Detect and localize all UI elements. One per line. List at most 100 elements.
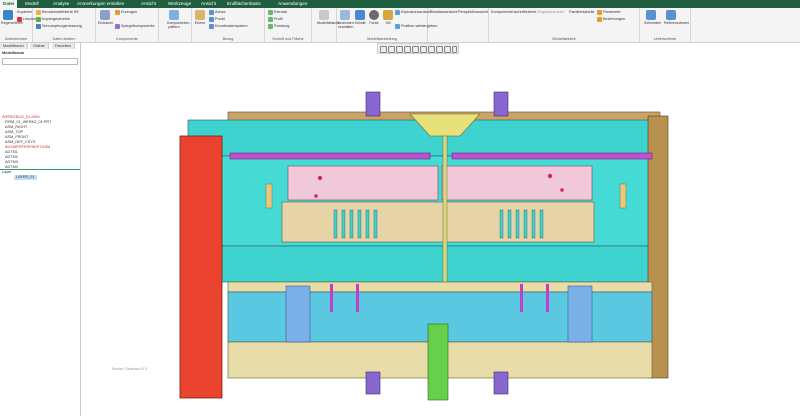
ribbon-group-10: Schneiden Referenzviewer Unterschiede [640, 8, 691, 42]
standard-view-item[interactable]: Standardansicht [430, 9, 457, 15]
viewport-status: Model: Selected 0 0 [112, 366, 148, 371]
cut-button[interactable]: Schneiden [644, 10, 661, 25]
model-tree-title: Modellbaum [2, 51, 25, 55]
insert-left [287, 165, 439, 201]
tab-anwendungen[interactable]: Anwendungen [275, 0, 310, 8]
group-label: Daten ändern [52, 37, 76, 41]
tab-analyse[interactable]: Analyse [50, 0, 72, 8]
perspective-item[interactable]: Perspektivansicht [458, 9, 488, 15]
ribbon-group-1: Benutzerdefinierte KE Kopiergeometrie Sc… [33, 8, 96, 42]
assemble-icon [100, 10, 110, 20]
csys-item[interactable]: Koordinatensystem [209, 23, 248, 29]
udf-item[interactable]: Benutzerdefinierte KE [36, 9, 79, 15]
cut-icon [646, 10, 656, 20]
tab-ansicht[interactable]: Ansicht [138, 0, 159, 8]
pattern-icon [169, 10, 179, 20]
delete-icon [17, 16, 22, 22]
tab-endflaechenbasis[interactable]: Endflächenbasis [224, 0, 264, 8]
round-icon [268, 23, 273, 29]
explode-icon [395, 9, 400, 15]
group-label: Unterschiede [653, 37, 677, 41]
family-table-item[interactable]: Familientabelle [569, 9, 595, 15]
parameter-icon [597, 9, 602, 15]
ribbon-tab-bar: Datei Modell Analyse Anmerkungen erstell… [0, 0, 800, 8]
model-intent-button[interactable]: Modellabsicht [317, 10, 339, 25]
profile-icon [268, 16, 273, 22]
axis-icon [209, 9, 214, 15]
layer-divider [0, 169, 80, 170]
top-pin-left [365, 91, 381, 117]
ref-viewer-button[interactable]: Referenzviewer [664, 10, 689, 25]
copygeom-item[interactable]: Kopiergeometrie [36, 16, 70, 22]
ribbon-group-5: Extrude Profil Rundung Schnitt und Fläch… [265, 8, 312, 42]
color-icon [369, 10, 379, 20]
create-icon [115, 9, 120, 15]
model-tree-panel: Modellbaum Ordner Favoriten Modellbaum W… [0, 43, 81, 416]
tab-folder[interactable]: Ordner [30, 43, 49, 49]
parameter-item[interactable]: Parameter [597, 9, 621, 15]
manage-views-icon [340, 10, 350, 20]
bottom-pin-right [493, 371, 509, 395]
mirror-item[interactable]: Spiegelkomponente [115, 23, 155, 29]
section-button[interactable]: Schnitt [353, 10, 367, 25]
group-label: Komponente [116, 37, 138, 41]
tab-favorites[interactable]: Favoriten [52, 43, 75, 49]
axis-item[interactable]: Achse [209, 9, 226, 15]
shrink-item[interactable]: Schrumpfungsmessung [36, 23, 82, 29]
ribbon: Regenerieren Kopieren Löschen Zeitenform… [0, 8, 800, 43]
relations-icon [597, 16, 602, 22]
rail-left [229, 152, 431, 160]
regenerate-button[interactable]: Regenerieren [1, 10, 23, 25]
support-plate [187, 245, 663, 283]
insert-right [441, 165, 593, 201]
extrude-icon [268, 9, 273, 15]
tab-modell[interactable]: Modell [22, 0, 42, 8]
tab-model-tree[interactable]: Modellbaum [0, 43, 28, 49]
round-item[interactable]: Rundung [268, 23, 289, 29]
comp-section-item[interactable]: Komponentenschnittebene [491, 9, 536, 15]
udf-icon [36, 9, 41, 15]
spacer-left [285, 285, 311, 343]
create-item[interactable]: Erzeugen [115, 9, 137, 15]
rule-param-item[interactable]: Regelparameter [537, 9, 564, 15]
core-insert [281, 201, 595, 243]
mirror-icon [115, 23, 120, 29]
model-viewport[interactable] [80, 52, 800, 416]
ribbon-group-4: Ebene Achse Punkt Koordinatensystem Bezu… [192, 8, 265, 42]
style-icon [383, 10, 393, 20]
assemble-button[interactable]: Einbauen [98, 10, 113, 25]
tab-werkzeuge[interactable]: Werkzeuge [165, 0, 194, 8]
point-item[interactable]: Punkt [209, 16, 225, 22]
shrink-icon [36, 23, 41, 29]
ribbon-group-0: Regenerieren Kopieren Löschen Zeitenform… [0, 8, 37, 42]
copy-item[interactable]: Kopieren [17, 9, 32, 15]
ribbon-group-3: Komponenten-pattern [159, 8, 192, 42]
style-button[interactable]: Stil [381, 10, 395, 25]
profile-item[interactable]: Profil [268, 16, 283, 22]
position-icon [395, 23, 400, 29]
plane-button[interactable]: Ebene [193, 10, 207, 25]
manage-views-button[interactable]: Ansichten verwalten [338, 10, 354, 29]
spacer-right [567, 285, 593, 343]
ribbon-group-8: Standardansicht Perspektivansicht [428, 8, 489, 42]
layers-heading[interactable]: Layer [2, 170, 12, 175]
ribbon-group-6: Modellabsicht [312, 8, 339, 42]
section-icon [355, 10, 365, 20]
group-label: Bezug [222, 37, 234, 41]
tree-filter-input[interactable] [2, 58, 78, 65]
tab-datei[interactable]: Datei [0, 0, 18, 8]
ribbon-group-2: Einbauen Erzeugen Spiegelkomponente Komp… [96, 8, 159, 42]
relations-item[interactable]: Beziehungen [597, 16, 625, 22]
top-pin-right [493, 91, 509, 117]
ref-viewer-icon [666, 10, 676, 20]
ribbon-group-9: Komponentenschnittebene Regelparameter F… [489, 8, 640, 42]
copygeom-icon [36, 16, 41, 22]
explode-item[interactable]: Explosionsansicht [395, 9, 431, 15]
layer-item[interactable]: LAYER_01 [14, 175, 37, 180]
tab-ansicht-2[interactable]: Ansicht [198, 0, 219, 8]
pattern-button[interactable]: Komponenten-pattern [167, 10, 191, 29]
tab-anmerkungen[interactable]: Anmerkungen erstellen [74, 0, 127, 8]
color-button[interactable]: Farbe [367, 10, 381, 25]
extrude-item[interactable]: Extrude [268, 9, 287, 15]
group-label: Modellabsicht [552, 37, 576, 41]
